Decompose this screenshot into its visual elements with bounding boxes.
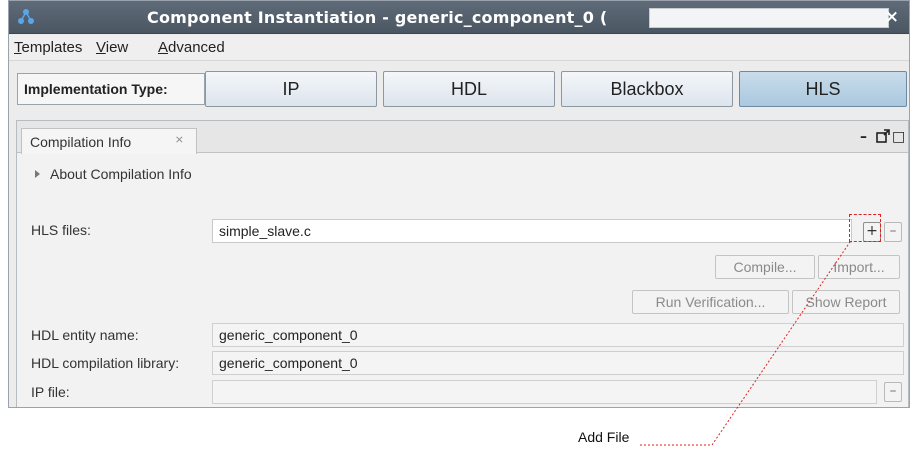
title-bar[interactable]: Component Instantiation - generic_compon… [9, 1, 909, 34]
about-label: About Compilation Info [50, 166, 192, 182]
hdl-compilation-library-field[interactable]: generic_component_0 [212, 351, 904, 375]
about-compilation-info-toggle[interactable]: About Compilation Info [35, 166, 192, 182]
ip-file-label: IP file: [31, 384, 70, 400]
impl-ip-button[interactable]: IP [205, 71, 377, 107]
hdl-entity-name-label: HDL entity name: [31, 327, 139, 343]
hdl-entity-name-field[interactable]: generic_component_0 [212, 323, 904, 347]
menu-view[interactable]: View [96, 39, 128, 56]
hdl-compilation-library-label: HDL compilation library: [31, 355, 180, 371]
app-icon [18, 9, 34, 24]
import-button[interactable]: Import... [818, 255, 900, 279]
ip-file-remove-button[interactable]: – [884, 382, 902, 402]
title-bar-right-region [649, 8, 889, 28]
add-file-callout: Add File [578, 429, 630, 445]
component-instantiation-window: Component Instantiation - generic_compon… [8, 0, 910, 408]
impl-hls-button[interactable]: HLS [739, 71, 907, 107]
add-file-highlight-box [849, 214, 881, 242]
menu-bar: Templates View Advanced [9, 35, 909, 61]
menu-templates[interactable]: Templates [14, 39, 82, 56]
impl-hdl-button[interactable]: HDL [383, 71, 555, 107]
maximize-icon[interactable]: □ [892, 130, 906, 144]
implementation-type-bar: Implementation Type: IP HDL Blackbox HLS [9, 61, 909, 120]
run-verification-button[interactable]: Run Verification... [632, 290, 789, 314]
remove-file-button[interactable]: – [884, 222, 902, 242]
menu-advanced[interactable]: Advanced [158, 39, 225, 56]
hls-files-label: HLS files: [31, 222, 91, 238]
ip-file-field[interactable] [212, 380, 877, 404]
compile-button[interactable]: Compile... [715, 255, 815, 279]
tab-compilation-info[interactable]: Compilation Info ⨯ [21, 128, 197, 154]
expand-triangle-icon [35, 170, 40, 178]
detach-icon[interactable] [876, 129, 890, 143]
minimize-icon[interactable]: – [860, 130, 874, 144]
compilation-info-panel: Compilation Info ⨯ – □ About Compilation… [16, 120, 909, 407]
tab-label: Compilation Info [30, 134, 132, 150]
tab-close-icon[interactable]: ⨯ [175, 133, 184, 146]
close-icon[interactable]: × [885, 7, 899, 27]
implementation-type-label: Implementation Type: [17, 73, 205, 105]
show-report-button[interactable]: Show Report [792, 290, 900, 314]
window-title: Component Instantiation - generic_compon… [147, 8, 608, 27]
hls-files-list[interactable]: simple_slave.c [212, 219, 852, 243]
impl-blackbox-button[interactable]: Blackbox [561, 71, 733, 107]
tab-strip: Compilation Info ⨯ – □ [17, 121, 908, 154]
